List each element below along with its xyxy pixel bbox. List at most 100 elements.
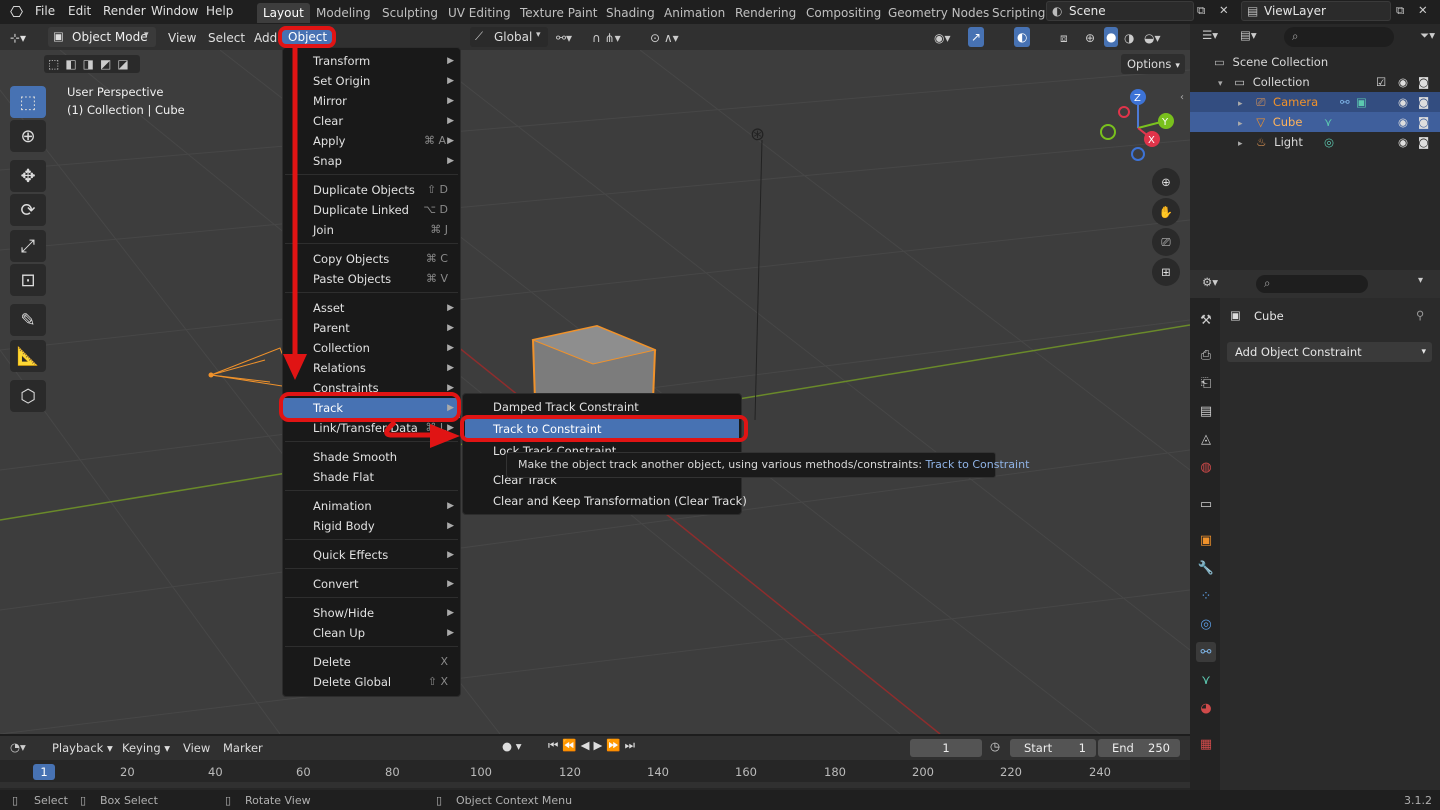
menu-item-shade-flat[interactable]: Shade Flat [283, 467, 460, 487]
visibility-icon[interactable]: ◉▾ [934, 28, 951, 48]
view-layer-selector[interactable]: ▤ ViewLayer [1241, 1, 1391, 21]
end-frame-field[interactable]: End 250 [1098, 739, 1180, 757]
output-tab-icon[interactable]: ⎗ [1196, 373, 1216, 393]
record-icon[interactable]: ● ▾ [502, 739, 521, 753]
snap-icon[interactable]: ∩ ⋔▾ [592, 28, 621, 48]
eye-icon[interactable]: ◉ [1398, 72, 1408, 92]
select-tool-icon[interactable]: ⬚ [10, 86, 46, 118]
render-tab-icon[interactable]: ⎙ [1196, 345, 1216, 365]
sidebar-toggle-icon[interactable]: ‹ [1180, 92, 1184, 103]
light-object-icon[interactable]: ⊛ [750, 124, 765, 145]
world-tab-icon[interactable]: ◍ [1196, 457, 1216, 477]
constraints-tab-icon[interactable]: ⚯ [1196, 642, 1216, 662]
tab-texture-paint[interactable]: Texture Paint [514, 3, 603, 23]
tab-animation[interactable]: Animation [658, 3, 731, 23]
outliner-collection[interactable]: ▾ ▭ Collection ☑ ◉ ◙ [1190, 72, 1440, 92]
expand-right-icon[interactable]: ▸ [1238, 139, 1243, 149]
timeline-area[interactable]: 1 20 40 60 80 100 120 140 160 180 200 22… [0, 760, 1190, 790]
menu-select[interactable]: Select [208, 28, 245, 48]
physics-tab-icon[interactable]: ◎ [1196, 614, 1216, 634]
menu-playback[interactable]: Playback ▾ [52, 741, 113, 755]
select-mode-buttons[interactable]: ⬚◧◨◩◪ [44, 55, 140, 73]
zoom-icon[interactable]: ⊕ [1152, 168, 1180, 196]
solid-shading-icon[interactable]: ● [1104, 27, 1119, 47]
filter-icon[interactable]: ⏷▾ [1420, 28, 1435, 43]
eye-icon[interactable]: ◉ [1398, 132, 1408, 152]
data-tab-icon[interactable]: ⋎ [1196, 670, 1216, 690]
eye-icon[interactable]: ◉ [1398, 92, 1408, 112]
eye-icon[interactable]: ◉ [1398, 112, 1408, 132]
outliner-scene-collection[interactable]: ▭ Scene Collection [1190, 52, 1440, 72]
damped-track-item[interactable]: Damped Track Constraint [463, 397, 741, 417]
xray-icon[interactable]: ⧈ [1060, 28, 1068, 48]
tab-compositing[interactable]: Compositing [800, 3, 887, 23]
proportional-edit-icon[interactable]: ⊙ ∧▾ [650, 28, 679, 48]
start-frame-field[interactable]: Start 1 [1010, 739, 1096, 757]
outliner-search-input[interactable]: ⌕ [1284, 27, 1394, 47]
menu-add[interactable]: Add [254, 28, 277, 48]
camera-view-icon[interactable]: ⎚ [1152, 228, 1180, 256]
menu-item-animation[interactable]: Animation ▶ [283, 496, 460, 516]
menu-item-delete[interactable]: Delete X [283, 652, 460, 672]
properties-search-input[interactable]: ⌕ [1256, 275, 1368, 293]
tab-geometry-nodes[interactable]: Geometry Nodes [882, 3, 995, 23]
playback-controls[interactable]: ⏮⏪◀▶⏩⏭ [548, 738, 639, 753]
menu-item-rigid-body[interactable]: Rigid Body ▶ [283, 516, 460, 536]
texture-tab-icon[interactable]: ▦ [1196, 734, 1216, 754]
menu-render[interactable]: Render [103, 4, 146, 18]
menu-marker[interactable]: Marker [223, 741, 263, 755]
view-layer-tab-icon[interactable]: ▤ [1196, 401, 1216, 421]
properties-editor-icon[interactable]: ⚙▾ [1202, 275, 1218, 289]
outliner-light[interactable]: ▸ ♨ Light ◎ ◉ ◙ [1190, 132, 1440, 152]
menu-edit[interactable]: Edit [68, 4, 91, 18]
menu-keying[interactable]: Keying ▾ [122, 741, 170, 755]
menu-item-show-hide[interactable]: Show/Hide ▶ [283, 603, 460, 623]
annotate-tool-icon[interactable]: ✎ [10, 304, 46, 336]
copy-icon[interactable]: ⧉ [1197, 3, 1205, 18]
3d-viewport[interactable]: ⊛ User Perspective (1) Collection | Cube… [0, 50, 1190, 734]
orientation-selector[interactable]: ⟋ Global ▾ [470, 27, 548, 47]
blender-logo-icon[interactable]: ⎔ [10, 3, 23, 21]
pan-hand-icon[interactable]: ✋ [1152, 198, 1180, 226]
close-icon[interactable]: ✕ [1418, 3, 1428, 17]
tab-shading[interactable]: Shading [600, 3, 661, 23]
add-cube-tool-icon[interactable]: ⬡ [10, 380, 46, 412]
tab-layout[interactable]: Layout [257, 3, 310, 23]
editor-type-icon[interactable]: ⊹▾ [10, 28, 26, 48]
copy-icon[interactable]: ⧉ [1396, 3, 1404, 18]
menu-item-convert[interactable]: Convert ▶ [283, 574, 460, 594]
cursor-tool-icon[interactable]: ⊕ [10, 120, 46, 152]
tab-rendering[interactable]: Rendering [729, 3, 802, 23]
transform-tool-icon[interactable]: ⊡ [10, 264, 46, 296]
close-icon[interactable]: ✕ [1219, 3, 1229, 17]
pin-icon[interactable]: ⚲ [1416, 308, 1424, 322]
mode-selector[interactable]: ▣ Object Mode ▾ [48, 27, 156, 47]
measure-tool-icon[interactable]: 📐 [10, 340, 46, 372]
expand-right-icon[interactable]: ▸ [1238, 119, 1243, 129]
particles-tab-icon[interactable]: ⁘ [1196, 586, 1216, 606]
outliner-camera[interactable]: ▸ ⎚ Camera ⚯ ▣ ◉ ◙ [1190, 92, 1440, 112]
expand-down-icon[interactable]: ▾ [1218, 79, 1223, 89]
expand-right-icon[interactable]: ▸ [1238, 99, 1243, 109]
rendered-shading-icon[interactable]: ◒▾ [1144, 28, 1161, 48]
menu-file[interactable]: File [35, 4, 55, 18]
display-mode-icon[interactable]: ▤▾ [1240, 28, 1257, 42]
navigation-gizmo[interactable]: Z Y X [1096, 88, 1180, 166]
menu-item-delete-global[interactable]: Delete Global ⇧ X [283, 672, 460, 692]
menu-help[interactable]: Help [206, 4, 233, 18]
timeline-scrollbar[interactable] [0, 782, 1190, 788]
rotate-tool-icon[interactable]: ⟳ [10, 194, 46, 226]
scale-tool-icon[interactable]: ⤢ [10, 230, 46, 262]
material-tab-icon[interactable]: ◕ [1196, 698, 1216, 718]
scene-tab-icon[interactable]: ◬ [1196, 429, 1216, 449]
render-camera-icon[interactable]: ◙ [1418, 112, 1429, 132]
clock-icon[interactable]: ◷ [990, 739, 1000, 753]
pivot-icon[interactable]: ⚯▾ [556, 28, 572, 48]
options-button[interactable]: Options ▾ [1121, 54, 1185, 74]
move-tool-icon[interactable]: ✥ [10, 160, 46, 192]
tool-tab-icon[interactable]: ⚒ [1196, 310, 1216, 330]
checkbox-icon[interactable]: ☑ [1376, 72, 1386, 92]
menu-view[interactable]: View [168, 28, 196, 48]
collection-tab-icon[interactable]: ▭ [1196, 494, 1216, 514]
clear-keep-transform-item[interactable]: Clear and Keep Transformation (Clear Tra… [463, 491, 747, 511]
